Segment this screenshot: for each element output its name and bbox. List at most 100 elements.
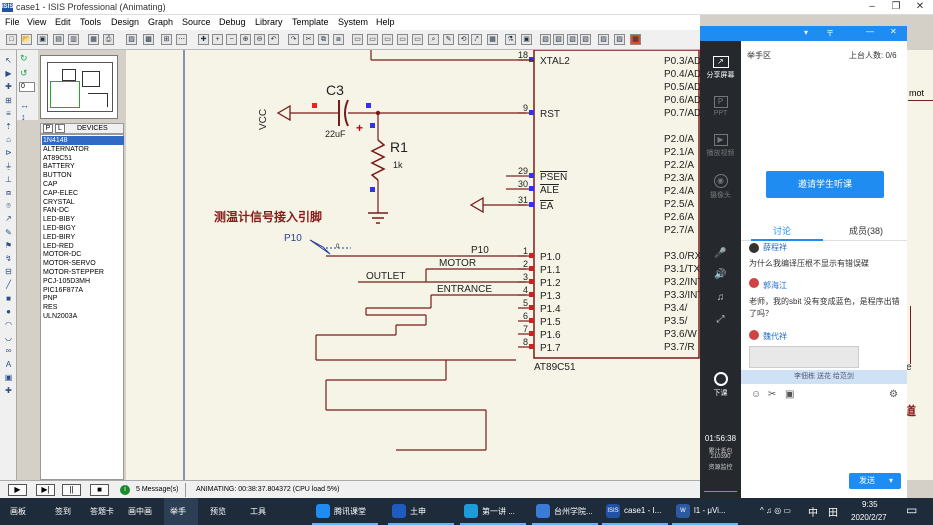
- mode-tool-icon[interactable]: ∞: [3, 346, 14, 356]
- device-item[interactable]: FAN-DC: [42, 206, 124, 215]
- toolbar-button[interactable]: □: [6, 34, 17, 45]
- toolbar-button[interactable]: ⤤: [471, 34, 482, 45]
- toolbar-button[interactable]: ▤: [53, 34, 64, 45]
- scissors-icon[interactable]: ✂: [768, 389, 776, 400]
- toolbar-button[interactable]: ▩: [143, 34, 154, 45]
- mode-tool-icon[interactable]: A: [3, 360, 14, 370]
- toolbar-button[interactable]: ▭: [412, 34, 423, 45]
- device-item[interactable]: AT89C51: [42, 154, 124, 163]
- mode-tool-icon[interactable]: ▣: [3, 373, 14, 383]
- tab-members[interactable]: 成员(38): [849, 224, 883, 237]
- probe-icon[interactable]: [309, 239, 331, 255]
- restore-button[interactable]: ❐: [884, 0, 908, 15]
- mode-tool-icon[interactable]: ✚: [3, 386, 14, 396]
- rotation-input[interactable]: 0: [19, 82, 35, 92]
- toolbar-button[interactable]: ⎙: [103, 34, 114, 45]
- chat-image[interactable]: [749, 346, 859, 368]
- toolbar-button[interactable]: ▦: [630, 34, 641, 45]
- mirror-v-icon[interactable]: ↕: [21, 112, 26, 122]
- device-item[interactable]: ULN2003A: [42, 312, 124, 321]
- mode-tool-icon[interactable]: ▶: [3, 69, 14, 79]
- toolbar-button[interactable]: ✎: [443, 34, 454, 45]
- ime-mode-icon[interactable]: 田: [828, 504, 838, 519]
- menu-item[interactable]: Tools: [80, 17, 101, 27]
- mode-tool-icon[interactable]: ⌂: [3, 135, 14, 145]
- classroom-toolbar-item[interactable]: 画板: [10, 506, 26, 517]
- toolbar-button[interactable]: ⋯: [176, 34, 187, 45]
- menu-item[interactable]: Help: [376, 17, 395, 27]
- toolbar-button[interactable]: ▭: [397, 34, 408, 45]
- taskbar-app[interactable]: l1 - μVi...: [694, 506, 726, 515]
- toolbar-button[interactable]: ⊖: [254, 34, 265, 45]
- device-item[interactable]: CRYSTAL: [42, 198, 124, 207]
- mode-tool-icon[interactable]: ◡: [3, 333, 14, 343]
- device-item[interactable]: MOTOR-STEPPER: [42, 268, 124, 277]
- menu-item[interactable]: Edit: [55, 17, 71, 27]
- menu-item[interactable]: Source: [182, 17, 211, 27]
- toolbar-button[interactable]: ▭: [352, 34, 363, 45]
- toolbar-button[interactable]: ↷: [288, 34, 299, 45]
- stop-button[interactable]: ■: [90, 484, 109, 496]
- device-item[interactable]: PNP: [42, 294, 124, 303]
- toolbar-button[interactable]: ↶: [268, 34, 279, 45]
- mode-tool-icon[interactable]: ✎: [3, 228, 14, 238]
- play-button[interactable]: ▶: [8, 484, 27, 496]
- chat-input[interactable]: [743, 403, 905, 469]
- step-button[interactable]: ▶|: [36, 484, 55, 496]
- emoji-icon[interactable]: ☺: [751, 389, 761, 400]
- clock-date[interactable]: 2020/2/27: [851, 513, 887, 522]
- mode-tool-icon[interactable]: ⧈: [3, 188, 14, 198]
- toolbar-button[interactable]: ▣: [521, 34, 532, 45]
- share-screen-button[interactable]: ↗ 分享屏幕: [700, 56, 741, 80]
- panel-menu-icon[interactable]: ▾: [804, 28, 808, 37]
- mode-tool-icon[interactable]: ⊳: [3, 148, 14, 158]
- mode-tool-icon[interactable]: ⌾: [3, 201, 14, 211]
- device-item[interactable]: MOTOR-SERVO: [42, 259, 124, 268]
- taskbar-app[interactable]: case1 - I...: [624, 506, 661, 515]
- classroom-toolbar-item[interactable]: 签到: [55, 506, 71, 517]
- menu-item[interactable]: Template: [292, 17, 329, 27]
- classroom-toolbar-item[interactable]: 工具: [250, 506, 266, 517]
- mic-icon[interactable]: 🎤: [700, 248, 741, 259]
- toolbar-button[interactable]: ⊕: [240, 34, 251, 45]
- settings-gear-icon[interactable]: ⚙: [889, 389, 898, 400]
- mode-tool-icon[interactable]: ⊥: [3, 175, 14, 185]
- mode-tool-icon[interactable]: ◠: [3, 320, 14, 330]
- pick-device-button[interactable]: P: [43, 124, 53, 133]
- toolbar-button[interactable]: ⊞: [161, 34, 172, 45]
- toolbar-button[interactable]: ▧: [540, 34, 551, 45]
- classroom-toolbar-item[interactable]: 预览: [210, 506, 226, 517]
- toolbar-button[interactable]: ⌕: [428, 34, 439, 45]
- menu-item[interactable]: View: [27, 17, 46, 27]
- toolbar-button[interactable]: ✂: [303, 34, 314, 45]
- camera-button[interactable]: ◉ 摄像头: [700, 174, 741, 200]
- mirror-h-icon[interactable]: ↔: [20, 100, 29, 110]
- toolbar-button[interactable]: ▧: [580, 34, 591, 45]
- toolbar-button[interactable]: ▧: [553, 34, 564, 45]
- pause-button[interactable]: ||: [62, 484, 81, 496]
- send-button[interactable]: 发送 ▾: [849, 473, 901, 489]
- toolbar-button[interactable]: +: [212, 34, 223, 45]
- mode-tool-icon[interactable]: ⊞: [3, 96, 14, 106]
- menu-item[interactable]: System: [338, 17, 368, 27]
- mode-tool-icon[interactable]: ⏚: [3, 162, 14, 172]
- invite-students-button[interactable]: 邀请学生听课: [766, 171, 884, 198]
- taskbar-app[interactable]: 土申: [410, 506, 426, 517]
- taskbar-app[interactable]: 第一讲 ...: [482, 506, 515, 517]
- image-icon[interactable]: ▣: [785, 389, 794, 400]
- panel-minimize-button[interactable]: —: [866, 27, 874, 36]
- mode-tool-icon[interactable]: ⊟: [3, 267, 14, 277]
- device-item[interactable]: LED-RED: [42, 242, 124, 251]
- menu-item[interactable]: Graph: [148, 17, 173, 27]
- device-item[interactable]: ALTERNATOR: [42, 145, 124, 154]
- toolbar-button[interactable]: ▭: [382, 34, 393, 45]
- classroom-toolbar-item[interactable]: 答题卡: [90, 506, 114, 517]
- menu-item[interactable]: Design: [111, 17, 139, 27]
- device-item[interactable]: PCJ-105D3MH: [42, 277, 124, 286]
- panel-close-button[interactable]: ✕: [890, 27, 897, 36]
- pin-icon[interactable]: 〒: [826, 28, 834, 39]
- mode-tool-icon[interactable]: ≡: [3, 109, 14, 119]
- play-video-button[interactable]: ▶ 播放视频: [700, 134, 741, 158]
- device-item[interactable]: CAP-ELEC: [42, 189, 124, 198]
- music-icon[interactable]: ♫: [700, 292, 741, 303]
